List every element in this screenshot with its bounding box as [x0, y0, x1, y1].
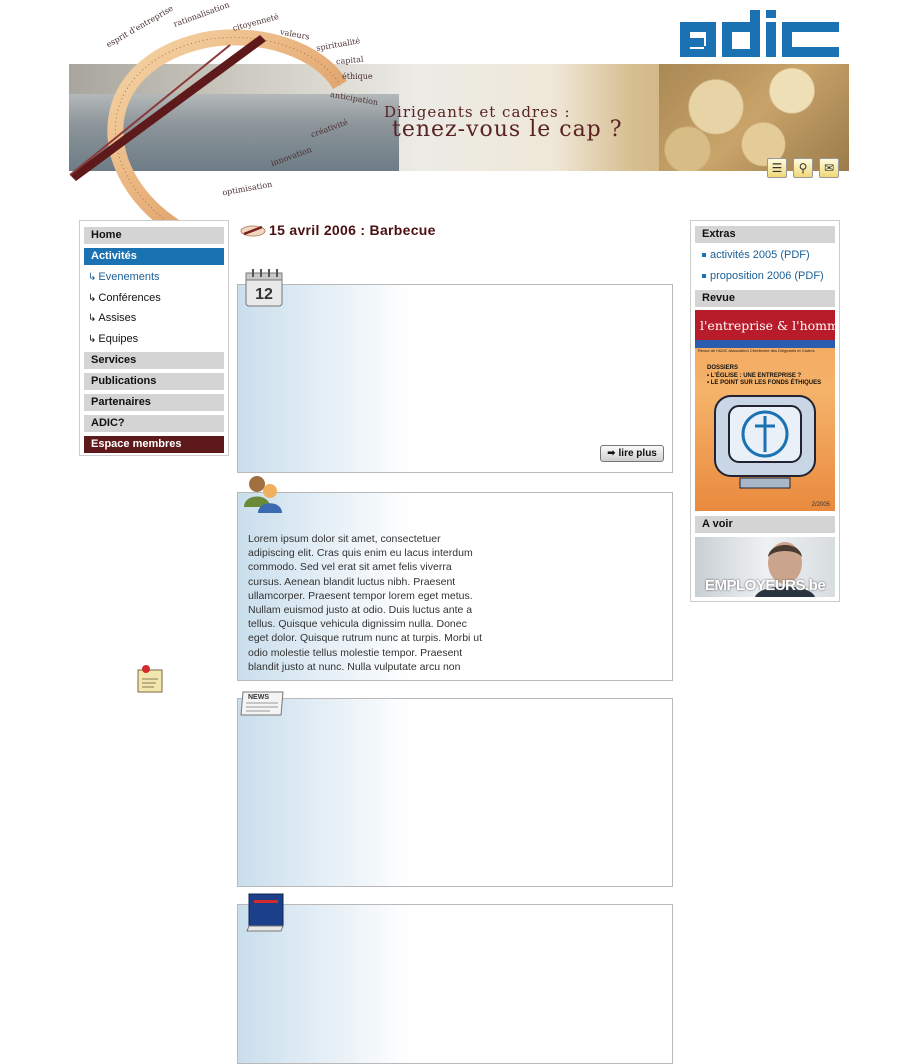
magazine-issue: 2/2005	[811, 502, 830, 508]
pdf-link-label: proposition 2006 (PDF)	[710, 270, 824, 282]
revue-heading: Revue	[695, 290, 835, 307]
arc-word: éthique	[342, 72, 373, 81]
extras-heading: Extras	[695, 226, 835, 243]
nav-subitem-equipes[interactable]: ↳ Equipes	[88, 333, 138, 345]
magazine-dossiers-heading: DOSSIERS	[707, 365, 739, 371]
tagline-line2: tenez-vous le cap ?	[392, 117, 623, 142]
nav-subitem-evenements[interactable]: ↳ Evenements	[88, 271, 160, 283]
magazine-stripe	[695, 340, 835, 348]
nav-subitem-label: Assises	[98, 312, 137, 324]
employeurs-ad-banner[interactable]: EMPLOYEURS.be	[695, 537, 835, 597]
bullet-icon	[702, 274, 706, 279]
mail-icon[interactable]: ✉	[819, 158, 839, 178]
arrow-right-icon: ➡	[607, 448, 616, 459]
nav-item-adic[interactable]: ADIC?	[84, 415, 224, 432]
read-more-label: lire plus	[618, 448, 657, 459]
pdf-link-activites-2005[interactable]: activités 2005 (PDF)	[702, 249, 810, 261]
nav-item-home[interactable]: Home	[84, 227, 224, 244]
text-panel: Lorem ipsum dolor sit amet, consectetuer…	[237, 492, 673, 681]
nav-subitem-conferences[interactable]: ↳ Conférences	[88, 292, 161, 304]
arrow-icon: ↳	[88, 313, 97, 324]
panel-body-text: Lorem ipsum dolor sit amet, consectetuer…	[248, 533, 483, 673]
page-title: 15 avril 2006 : Barbecue	[269, 222, 436, 238]
nav-item-publications[interactable]: Publications	[84, 373, 224, 390]
nav-item-activites[interactable]: Activités	[84, 248, 224, 265]
pen-icon	[240, 225, 266, 237]
bullet-icon	[702, 253, 706, 258]
arrow-icon: ↳	[88, 272, 97, 283]
read-more-button[interactable]: ➡ lire plus	[600, 445, 664, 462]
right-sidebar: Extras activités 2005 (PDF) proposition …	[690, 220, 840, 602]
magazine-dossiers: DOSSIERS • L'ÉGLISE : UNE ENTREPRISE ? •…	[707, 365, 821, 388]
nav-item-services[interactable]: Services	[84, 352, 224, 369]
news-panel	[237, 698, 673, 887]
rock-texture-image	[659, 64, 849, 171]
left-navigation: Home Activités ↳ Evenements ↳ Conférences …	[79, 220, 229, 456]
news-label: NEWS	[248, 694, 269, 701]
calendar-icon: 12	[245, 269, 283, 307]
nav-subitem-label: Evenements	[98, 271, 160, 283]
magazine-line: • LE POINT SUR LES FONDS ÉTHIQUES	[707, 380, 822, 386]
book-icon	[246, 893, 284, 932]
pdf-link-label: activités 2005 (PDF)	[710, 249, 810, 261]
nav-item-partenaires[interactable]: Partenaires	[84, 394, 224, 411]
ad-text: EMPLOYEURS.be	[705, 577, 826, 594]
computer-illustration-icon	[714, 395, 816, 489]
nav-item-espace-membres[interactable]: Espace membres	[84, 436, 224, 453]
sitemap-icon[interactable]: ☰	[767, 158, 787, 178]
calendar-day: 12	[255, 286, 273, 303]
magazine-title: l'entreprise & l'homme	[700, 318, 835, 333]
nav-subitem-label: Equipes	[98, 333, 139, 345]
magazine-subtitle: Revue de l'ADIC Association Chrétienne d…	[698, 348, 815, 353]
magazine-cover[interactable]: l'entreprise & l'homme Revue de l'ADIC A…	[695, 310, 835, 511]
pdf-link-proposition-2006[interactable]: proposition 2006 (PDF)	[702, 270, 824, 282]
a-voir-heading: A voir	[695, 516, 835, 533]
newspaper-icon: NEWS	[240, 691, 284, 716]
search-icon[interactable]: ⚲	[793, 158, 813, 178]
arrow-icon: ↳	[88, 293, 97, 304]
people-icon	[244, 476, 282, 513]
publication-panel	[237, 904, 673, 1064]
nav-subitem-label: Conférences	[98, 292, 161, 304]
magazine-line: • L'ÉGLISE : UNE ENTREPRISE ?	[707, 372, 802, 379]
pinned-note-icon[interactable]	[136, 664, 164, 694]
arrow-icon: ↳	[88, 334, 97, 345]
adic-logo[interactable]: adic	[680, 10, 839, 57]
nav-subitem-assises[interactable]: ↳ Assises	[88, 312, 136, 324]
